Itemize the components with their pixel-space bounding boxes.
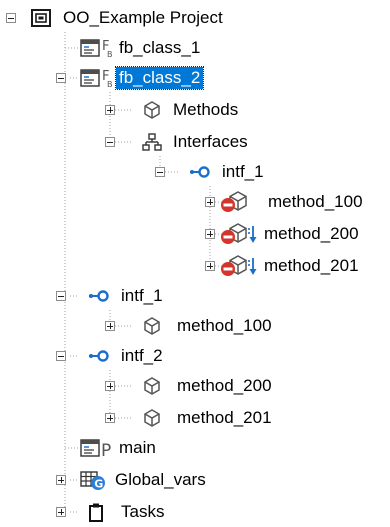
tree-node-label: method_201 xyxy=(264,256,359,275)
tree-node-interfaces[interactable]: Interfaces xyxy=(105,127,251,157)
svg-text:P: P xyxy=(101,441,111,459)
tree-node-label: Interfaces xyxy=(173,132,248,151)
tree-node-fb-class-1[interactable]: F B fb_class_1 xyxy=(80,33,203,63)
tree-node-label: method_201 xyxy=(177,408,272,427)
interface-icon xyxy=(88,349,110,363)
tree-node-methods[interactable]: Methods xyxy=(105,95,241,125)
interface-icon xyxy=(189,165,211,179)
tasks-clipboard-icon xyxy=(88,502,104,522)
program-icon: P xyxy=(80,437,112,459)
tree-node-method-100[interactable]: method_100 xyxy=(105,311,275,341)
expand-toggle[interactable] xyxy=(105,105,115,115)
project-tree: OO_Example Project F B fb_class_1 F B fb… xyxy=(0,0,390,524)
method-cube-icon xyxy=(142,316,162,336)
expand-toggle[interactable] xyxy=(205,261,215,271)
tree-node-label: method_200 xyxy=(177,376,272,395)
tree-node-label: Tasks xyxy=(121,502,165,521)
tree-node-method-200-nested[interactable]: method_200 xyxy=(205,219,362,249)
tree-node-intf-1[interactable]: intf_1 xyxy=(56,281,166,311)
tree-node-label: method_100 xyxy=(268,192,363,211)
collapse-toggle[interactable] xyxy=(6,13,16,23)
global-variables-icon: G xyxy=(80,468,106,492)
tree-node-label: method_200 xyxy=(264,224,359,243)
svg-text:G: G xyxy=(94,478,103,491)
expand-toggle[interactable] xyxy=(105,413,115,423)
method-forbidden-icon xyxy=(219,190,253,214)
method-cube-icon xyxy=(142,408,162,428)
tree-node-label: intf_1 xyxy=(121,286,163,305)
tree-node-method-200[interactable]: method_200 xyxy=(105,371,275,401)
tree-node-method-100-nested[interactable]: method_100 xyxy=(205,187,366,217)
tree-node-main[interactable]: P main xyxy=(80,433,159,463)
expand-toggle[interactable] xyxy=(56,475,66,485)
expand-toggle[interactable] xyxy=(205,197,215,207)
tree-node-label: intf_2 xyxy=(121,346,163,365)
tree-node-label: fb_class_2 xyxy=(114,66,205,90)
method-forbidden-override-icon xyxy=(219,254,259,278)
tree-node-intf-1-nested[interactable]: intf_1 xyxy=(155,157,267,187)
interface-icon xyxy=(88,289,110,303)
tree-node-label: Global_vars xyxy=(115,470,206,489)
tree-node-intf-2[interactable]: intf_2 xyxy=(56,341,166,371)
tree-node-method-201[interactable]: method_201 xyxy=(105,403,275,433)
tree-node-label: fb_class_1 xyxy=(119,38,201,57)
method-cube-icon xyxy=(142,376,162,396)
expand-toggle[interactable] xyxy=(105,381,115,391)
tree-node-root[interactable]: OO_Example Project xyxy=(6,3,226,33)
tree-node-label: main xyxy=(119,438,156,457)
function-block-icon: F B xyxy=(80,67,112,89)
method-cube-icon xyxy=(142,100,162,120)
collapse-toggle[interactable] xyxy=(56,73,66,83)
tree-node-label: OO_Example Project xyxy=(63,8,223,27)
expand-toggle[interactable] xyxy=(56,507,66,517)
collapse-toggle[interactable] xyxy=(155,167,165,177)
svg-text:B: B xyxy=(107,50,112,59)
tree-node-label: intf_1 xyxy=(222,162,264,181)
hierarchy-icon xyxy=(142,132,162,152)
project-icon xyxy=(30,8,52,28)
tree-node-method-201-nested[interactable]: method_201 xyxy=(205,251,362,281)
tree-node-tasks[interactable]: Tasks xyxy=(56,497,167,527)
function-block-icon: F B xyxy=(80,37,112,59)
collapse-toggle[interactable] xyxy=(56,351,66,361)
tree-node-label: Methods xyxy=(173,100,239,119)
collapse-toggle[interactable] xyxy=(56,291,66,301)
svg-text:B: B xyxy=(107,80,112,89)
expand-toggle[interactable] xyxy=(105,321,115,331)
tree-node-global-vars[interactable]: G Global_vars xyxy=(56,465,209,495)
method-forbidden-override-icon xyxy=(219,222,259,246)
tree-node-fb-class-2[interactable]: F B fb_class_2 xyxy=(56,63,205,93)
collapse-toggle[interactable] xyxy=(105,137,115,147)
expand-toggle[interactable] xyxy=(205,229,215,239)
tree-node-label: method_100 xyxy=(177,316,272,335)
